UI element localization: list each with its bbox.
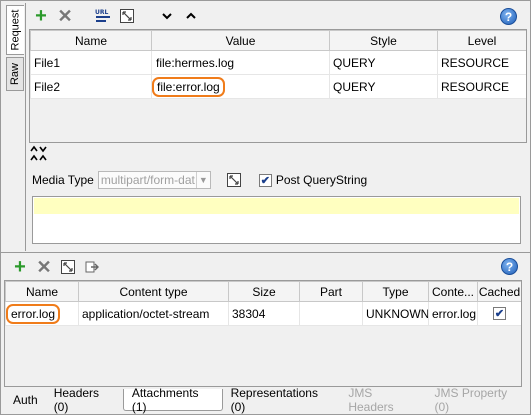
expand-media-icon[interactable] bbox=[225, 171, 243, 189]
column-header-content[interactable]: Conte... bbox=[428, 281, 478, 302]
expand-icon[interactable] bbox=[118, 7, 136, 25]
column-header-value[interactable]: Value bbox=[151, 30, 330, 51]
params-header-row: Name Value Style Level bbox=[30, 30, 526, 51]
attachment-part-cell[interactable] bbox=[299, 301, 363, 326]
column-header-part[interactable]: Part bbox=[299, 281, 363, 302]
column-header-cached[interactable]: Cached bbox=[477, 281, 521, 302]
attachments-table-wrap: Name Content type Size Part Type Conte..… bbox=[4, 280, 522, 387]
attachment-cached-cell[interactable]: ✔ bbox=[477, 301, 521, 326]
table-row[interactable]: File2 file:error.log QUERY RESOURCE bbox=[30, 74, 526, 99]
move-down-icon[interactable] bbox=[158, 7, 176, 25]
svg-text:URL: URL bbox=[95, 9, 108, 16]
panel-divider[interactable] bbox=[1, 252, 531, 254]
remove-icon[interactable]: ✕ bbox=[56, 7, 74, 25]
post-querystring-label: Post QueryString bbox=[275, 173, 368, 187]
media-type-row: Media Type multipart/form-data ▼ ✔ Post … bbox=[32, 171, 367, 189]
table-row[interactable]: error.log application/octet-stream 38304… bbox=[5, 301, 521, 326]
check-icon: ✔ bbox=[260, 174, 270, 187]
tab-attachments[interactable]: Attachments (1) bbox=[122, 386, 223, 414]
param-style-cell[interactable]: QUERY bbox=[329, 50, 438, 75]
chevron-down-icon: ▼ bbox=[195, 172, 210, 188]
media-type-value: multipart/form-data bbox=[100, 173, 195, 187]
attachments-table: Name Content type Size Part Type Conte..… bbox=[5, 281, 521, 326]
attachment-size-cell[interactable]: 38304 bbox=[228, 301, 300, 326]
request-panel: + ✕ URL ? Name Value Style Level File1 f… bbox=[25, 3, 529, 251]
column-header-content-type[interactable]: Content type bbox=[78, 281, 229, 302]
move-up-icon[interactable] bbox=[182, 7, 200, 25]
attachment-content-type-cell[interactable]: application/octet-stream bbox=[78, 301, 229, 326]
tab-raw[interactable]: Raw bbox=[6, 57, 24, 91]
add-icon[interactable]: + bbox=[11, 257, 29, 277]
bottom-tab-bar: Auth Headers (0) Attachments (1) Represe… bbox=[5, 386, 530, 415]
current-line-highlight bbox=[34, 198, 519, 214]
post-querystring-checkbox[interactable]: ✔ bbox=[258, 173, 272, 187]
tab-representations[interactable]: Representations (0) bbox=[223, 386, 341, 414]
param-name-cell[interactable]: File2 bbox=[30, 74, 152, 99]
tab-request-label: Request bbox=[9, 9, 22, 51]
tab-jms-headers: JMS Headers bbox=[348, 386, 394, 414]
column-header-level[interactable]: Level bbox=[437, 30, 526, 51]
media-type-label: Media Type bbox=[32, 173, 94, 187]
url-params-icon[interactable]: URL bbox=[94, 7, 112, 25]
add-icon[interactable]: + bbox=[32, 6, 50, 26]
param-value-cell[interactable]: file:hermes.log bbox=[151, 50, 330, 75]
param-level-cell[interactable]: RESOURCE bbox=[437, 50, 526, 75]
cached-checkbox[interactable]: ✔ bbox=[493, 307, 506, 320]
attachments-toolbar: + ✕ bbox=[11, 257, 101, 277]
help-icon[interactable]: ? bbox=[501, 258, 518, 275]
remove-icon[interactable]: ✕ bbox=[35, 258, 53, 276]
table-row[interactable]: File1 file:hermes.log QUERY RESOURCE bbox=[30, 50, 526, 75]
splitter-expand-icon[interactable] bbox=[30, 154, 48, 163]
request-editor-window: Request Raw + ✕ URL ? Name Value Style L… bbox=[0, 0, 531, 415]
param-style-cell[interactable]: QUERY bbox=[329, 74, 438, 99]
params-toolbar: + ✕ URL bbox=[32, 6, 200, 26]
media-type-select[interactable]: multipart/form-data ▼ bbox=[97, 171, 211, 189]
column-header-style[interactable]: Style bbox=[329, 30, 438, 51]
tab-request[interactable]: Request bbox=[6, 5, 24, 55]
splitter-collapse-icon[interactable] bbox=[30, 145, 48, 154]
attachment-name-cell[interactable]: error.log bbox=[5, 301, 79, 326]
highlighted-name: error.log bbox=[6, 303, 61, 324]
column-header-type[interactable]: Type bbox=[362, 281, 429, 302]
check-icon: ✔ bbox=[494, 308, 505, 320]
tab-headers[interactable]: Headers (0) bbox=[46, 386, 123, 414]
column-header-name[interactable]: Name bbox=[30, 30, 152, 51]
expand-icon[interactable] bbox=[59, 258, 77, 276]
param-level-cell[interactable]: RESOURCE bbox=[437, 74, 526, 99]
params-table: Name Value Style Level File1 file:hermes… bbox=[30, 30, 526, 99]
tab-auth[interactable]: Auth bbox=[5, 389, 46, 411]
export-icon[interactable] bbox=[83, 258, 101, 276]
params-table-wrap: Name Value Style Level File1 file:hermes… bbox=[29, 29, 527, 143]
highlighted-value: file:error.log bbox=[152, 76, 225, 97]
attachment-content-cell[interactable]: error.log bbox=[428, 301, 478, 326]
tab-jms-property: JMS Property (0) bbox=[434, 386, 508, 414]
tab-raw-label: Raw bbox=[9, 62, 22, 86]
side-tabs: Request Raw bbox=[3, 3, 25, 253]
param-value-cell[interactable]: file:error.log bbox=[151, 74, 330, 99]
request-body-editor[interactable] bbox=[32, 196, 521, 244]
param-value-text: file:hermes.log bbox=[156, 55, 235, 70]
column-header-size[interactable]: Size bbox=[228, 281, 300, 302]
column-header-name[interactable]: Name bbox=[5, 281, 79, 302]
param-name-cell[interactable]: File1 bbox=[30, 50, 152, 75]
help-icon[interactable]: ? bbox=[500, 8, 517, 25]
attachments-header-row: Name Content type Size Part Type Conte..… bbox=[5, 281, 521, 302]
attachment-type-cell[interactable]: UNKNOWN bbox=[362, 301, 429, 326]
